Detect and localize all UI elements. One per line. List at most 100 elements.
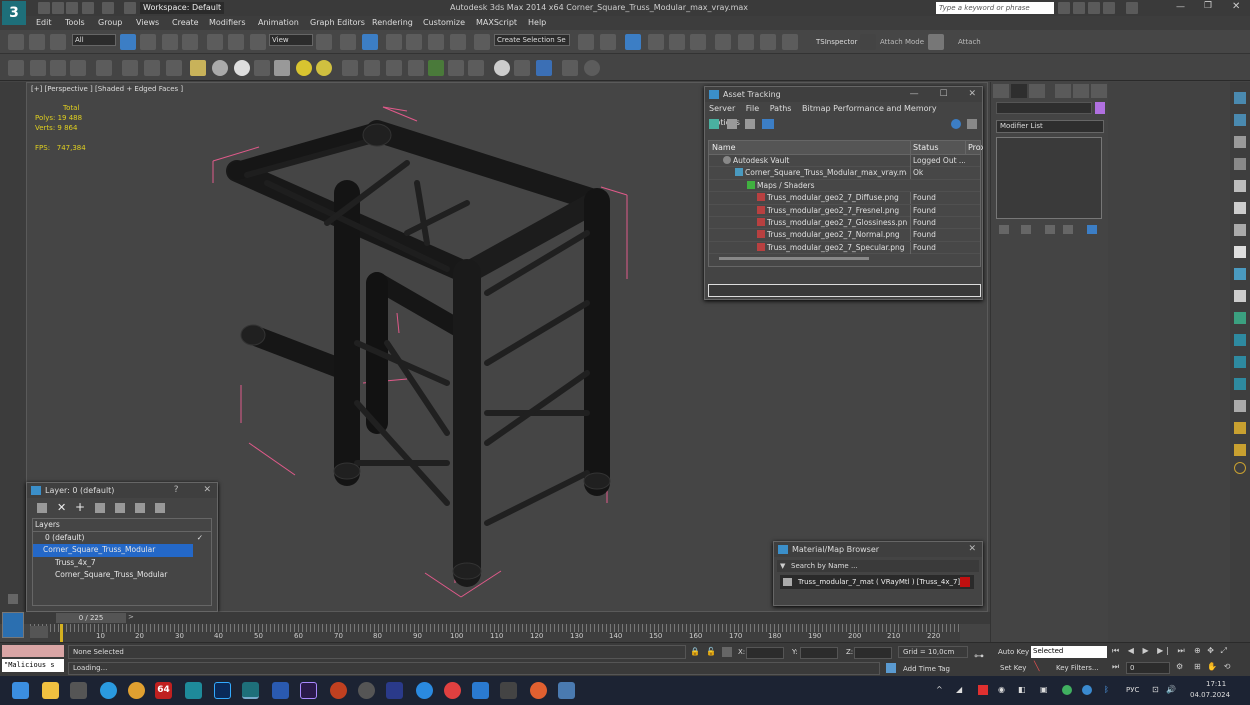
tool-icon-17[interactable] (1234, 444, 1246, 456)
tray-icon-7[interactable] (1082, 685, 1092, 695)
utilities-tab-icon[interactable] (1091, 84, 1107, 98)
yandex-icon[interactable] (444, 682, 461, 699)
tray-icon-6[interactable] (1062, 685, 1072, 695)
tool-icon-12[interactable] (1234, 334, 1246, 346)
app-64-icon[interactable]: 64 (155, 682, 172, 699)
key-mode-dropdown[interactable]: Selected (1031, 646, 1107, 658)
asset-tracking-titlebar[interactable]: Asset Tracking — ☐ ✕ (705, 87, 982, 102)
horizontal-scrollbar[interactable] (719, 257, 869, 260)
table-row[interactable]: Autodesk Vault Logged Out ... (709, 155, 980, 168)
attach-label[interactable]: Attach (958, 38, 981, 46)
hierarchy-tab-icon[interactable] (1029, 84, 1045, 98)
tool-icon-8[interactable] (1234, 246, 1246, 258)
list-view-icon[interactable] (727, 119, 737, 129)
list-icon[interactable] (50, 60, 66, 76)
material-browser-titlebar[interactable]: Material/Map Browser ✕ (774, 542, 982, 557)
selection-filter-dropdown[interactable]: All (72, 34, 116, 46)
absolute-mode-icon[interactable] (722, 647, 732, 657)
help-icon[interactable] (1126, 2, 1138, 14)
close-icon[interactable]: ✕ (968, 89, 976, 99)
tool-icon-9[interactable] (1234, 268, 1246, 280)
create-layer-icon[interactable] (37, 503, 47, 513)
motion-tab-icon[interactable] (1055, 84, 1071, 98)
table-row[interactable]: Maps / Shaders (709, 180, 980, 193)
menu-customize[interactable]: Customize (423, 18, 465, 27)
subscription-icon[interactable] (1073, 2, 1085, 14)
table-row[interactable]: Truss_modular_geo2_7_Specular.png Found (709, 241, 980, 255)
time-config-icon[interactable]: ⚙ (1176, 662, 1183, 671)
close-icon[interactable]: ✕ (203, 485, 211, 495)
attach-mode-label[interactable]: Attach Mode (880, 38, 924, 46)
sphere-icon[interactable] (234, 60, 250, 76)
layer-manager-icon[interactable] (625, 34, 641, 50)
camera-icon[interactable] (166, 60, 182, 76)
viewport-nav-controls-2[interactable]: ⊞ ✋ ⟲ (1194, 662, 1232, 671)
object-properties-icon[interactable] (514, 60, 530, 76)
make-unique-icon[interactable] (1045, 225, 1055, 234)
grid-view-icon[interactable] (762, 119, 774, 129)
task-view-icon[interactable] (70, 682, 87, 699)
time-tag-icon[interactable] (886, 663, 896, 673)
dome-light-icon[interactable] (212, 60, 228, 76)
rectangular-selection-icon[interactable] (162, 34, 178, 50)
tray-icon-2[interactable] (978, 685, 988, 695)
convert-icon[interactable] (536, 60, 552, 76)
move-icon[interactable] (207, 34, 223, 50)
checker-icon[interactable] (928, 34, 944, 50)
tool-icon-15[interactable] (1234, 400, 1246, 412)
material-sphere-icon[interactable] (494, 60, 510, 76)
set-key-button[interactable]: Set Key (996, 662, 1030, 674)
layer-item[interactable]: 0 (default) ✓ (33, 532, 211, 545)
info-icon[interactable] (584, 60, 600, 76)
open-file-icon[interactable] (52, 2, 64, 14)
add-time-tag-button[interactable]: Add Time Tag (903, 665, 950, 673)
auto-key-button[interactable]: Auto Key (996, 646, 1030, 658)
layer-object[interactable]: Truss_4x_7 (33, 557, 211, 570)
reference-coordinate-dropdown[interactable]: View (269, 34, 313, 46)
rotate-icon[interactable] (228, 34, 244, 50)
object-name-field[interactable] (996, 102, 1092, 114)
current-frame-field[interactable]: 0 (1126, 662, 1170, 674)
app-orange-icon[interactable] (530, 682, 547, 699)
3ds-max-icon[interactable] (185, 682, 202, 699)
unlink-icon[interactable] (29, 34, 45, 50)
tool-icon-16[interactable] (1234, 422, 1246, 434)
table-row[interactable]: Corner_Square_Truss_Modular_max_vray.max… (709, 167, 980, 180)
percent-snap-icon[interactable] (428, 34, 444, 50)
layer-manager-titlebar[interactable]: Layer: 0 (default) ? ✕ (27, 483, 217, 498)
modifier-stack[interactable] (996, 137, 1102, 219)
highlight-layer-icon[interactable] (115, 503, 125, 513)
configure-sets-icon[interactable] (1087, 225, 1097, 234)
time-slider-handle[interactable]: 0 / 225 (56, 613, 126, 623)
named-selection-sets-dropdown[interactable]: Create Selection Se (494, 34, 570, 46)
scatter-icon[interactable] (448, 60, 464, 76)
close-icon[interactable]: ✕ (1232, 1, 1240, 12)
tool-icon-1[interactable] (1234, 92, 1246, 104)
maxscript-listener[interactable]: "Malicious s (2, 659, 64, 672)
tool-icon-6[interactable] (1234, 202, 1246, 214)
select-by-name-icon[interactable] (140, 34, 156, 50)
modifier-list-dropdown[interactable]: Modifier List (996, 120, 1104, 133)
tool-icon-10[interactable] (1234, 290, 1246, 302)
spinner-snap-icon[interactable] (450, 34, 466, 50)
slider-next-arrow-icon[interactable]: > (128, 613, 134, 621)
telegram-icon[interactable] (100, 682, 117, 699)
menu-modifiers[interactable]: Modifiers (209, 18, 246, 27)
window-crossing-icon[interactable] (182, 34, 198, 50)
file-explorer-icon[interactable] (42, 682, 59, 699)
tool-icon-11[interactable] (1234, 312, 1246, 324)
mirror-icon[interactable] (578, 34, 594, 50)
notes-icon[interactable] (272, 682, 289, 699)
hide-all-icon[interactable] (135, 503, 145, 513)
show-end-result-icon[interactable] (1021, 225, 1031, 234)
redo-icon[interactable] (102, 2, 114, 14)
angle-snap-icon[interactable] (406, 34, 422, 50)
clock-date[interactable]: 04.07.2024 (1190, 691, 1230, 699)
table-view-icon[interactable] (745, 119, 755, 129)
expand-icon[interactable] (8, 594, 18, 604)
plane-mesh-icon[interactable] (386, 60, 402, 76)
tray-icon-5[interactable]: ▣ (1040, 685, 1048, 694)
chrome-icon[interactable] (128, 682, 145, 699)
render-frame-icon[interactable] (30, 60, 46, 76)
menu-paths[interactable]: Paths (770, 104, 792, 113)
